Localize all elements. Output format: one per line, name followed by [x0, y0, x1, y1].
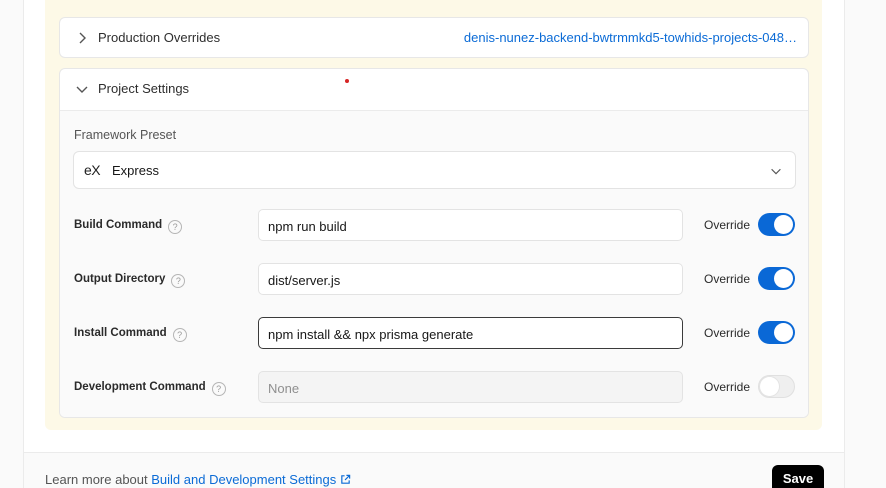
- framework-preset-label: Framework Preset: [74, 128, 177, 142]
- install-command-override-label: Override: [704, 326, 751, 340]
- output-directory-input[interactable]: dist/server.js: [258, 263, 683, 295]
- development-command-row: Development Command? None Override: [60, 371, 808, 405]
- settings-footer: Learn more about Build and Development S…: [24, 452, 844, 488]
- toggle-knob: [774, 269, 793, 288]
- development-command-override-label: Override: [704, 380, 751, 394]
- install-command-row: Install Command? npm install && npx pris…: [60, 317, 808, 351]
- production-overrides-section[interactable]: Production Overrides denis-nunez-backend…: [59, 17, 809, 58]
- build-command-row: Build Command? npm run build Override: [60, 209, 808, 243]
- help-icon[interactable]: ?: [211, 382, 226, 396]
- development-command-label: Development Command?: [74, 381, 226, 396]
- toggle-knob: [760, 377, 779, 396]
- help-icon[interactable]: ?: [171, 274, 186, 288]
- output-directory-row: Output Directory? dist/server.js Overrid…: [60, 263, 808, 297]
- build-command-input[interactable]: npm run build: [258, 209, 683, 241]
- build-command-override-label: Override: [704, 218, 751, 232]
- cursor-dot: [345, 79, 349, 83]
- production-overrides-header[interactable]: Production Overrides denis-nunez-backend…: [60, 18, 808, 58]
- chevron-down-icon: [771, 168, 781, 175]
- project-settings-label: Project Settings: [98, 81, 190, 96]
- chevron-right-icon: [79, 32, 86, 44]
- output-directory-override-label: Override: [704, 272, 751, 286]
- project-settings-section: Project Settings Framework Preset eX Exp…: [59, 68, 809, 418]
- output-directory-override-toggle[interactable]: [758, 267, 795, 290]
- output-directory-label: Output Directory?: [74, 273, 186, 288]
- production-deployment-link[interactable]: denis-nunez-backend-bwtrmmkd5-towhids-pr…: [464, 30, 797, 45]
- framework-preset-select[interactable]: eX Express: [73, 151, 796, 189]
- framework-preset-value: Express: [112, 163, 159, 178]
- external-link-icon: [341, 474, 351, 484]
- chevron-down-icon: [76, 86, 88, 93]
- install-command-input[interactable]: npm install && npx prisma generate: [258, 317, 683, 349]
- express-logo-icon: eX: [84, 162, 101, 178]
- build-settings-docs-link[interactable]: Build and Development Settings: [151, 472, 351, 487]
- project-settings-header[interactable]: Project Settings: [60, 69, 808, 109]
- install-command-override-toggle[interactable]: [758, 321, 795, 344]
- build-command-label: Build Command?: [74, 219, 183, 234]
- build-command-override-toggle[interactable]: [758, 213, 795, 236]
- toggle-knob: [774, 215, 793, 234]
- install-command-label: Install Command?: [74, 327, 187, 342]
- production-overrides-label: Production Overrides: [98, 30, 221, 45]
- footer-text: Learn more about Build and Development S…: [45, 472, 351, 487]
- help-icon[interactable]: ?: [172, 328, 187, 342]
- development-command-override-toggle[interactable]: [758, 375, 795, 398]
- project-settings-body: Framework Preset eX Express Build Comman…: [60, 110, 808, 417]
- save-button[interactable]: Save: [772, 465, 824, 488]
- toggle-knob: [774, 323, 793, 342]
- help-icon[interactable]: ?: [168, 220, 183, 234]
- development-command-input[interactable]: None: [258, 371, 683, 403]
